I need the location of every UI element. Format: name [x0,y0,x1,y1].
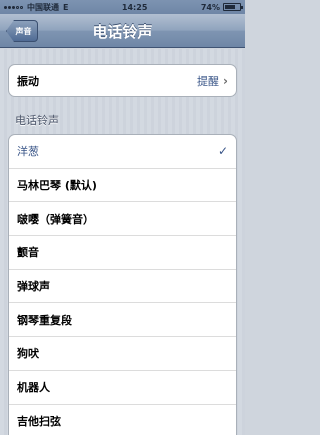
ringtone-item[interactable]: 洋葱 ✓ [9,135,236,169]
ringtone-list: 洋葱 ✓ 马林巴琴 (默认) 啵嘤（弹簧音） 颤音弹球声钢琴重复段狗吠机器人吉他扫弦 [8,134,237,435]
battery-fill [225,5,236,9]
settings-content: 振动 提醒 › 电话铃声 洋葱 ✓ 马林巴琴 (默认) 啵嘤（弹簧音） 颤音弹球声钢琴重… [0,49,245,435]
status-bar: 中国联通 E 14:25 74% [0,0,245,14]
ringtone-item[interactable]: 颤音 [9,236,236,270]
ringtone-label: 啵嘤（弹簧音） [17,212,94,226]
ringtone-label: 洋葱 [17,145,39,159]
status-right: 74% [200,2,243,12]
ringtone-item[interactable]: 吉他扫弦 [9,405,236,435]
ringtone-label: 吉他扫弦 [17,414,61,428]
navigation-bar: 电话铃声 声音 [0,14,245,48]
battery-icon [223,3,243,11]
status-left: 中国联通 E [4,2,68,13]
vibrate-detail: 提醒 › [197,73,228,89]
ringtone-item[interactable]: 马林巴琴 (默认) [9,169,236,203]
network-type: E [63,2,69,12]
vibrate-value: 提醒 [197,74,220,88]
ringtone-item[interactable]: 狗吠 [9,337,236,371]
section-header: 电话铃声 [15,114,59,127]
vibrate-row[interactable]: 振动 提醒 › [8,64,237,97]
battery-percent: 74% [200,2,220,12]
checkmark-icon: ✓ [217,144,228,159]
ringtone-label: 钢琴重复段 [17,313,72,327]
ringtone-label: 马林巴琴 (默认) [17,179,97,193]
signal-strength-icon [4,5,23,9]
status-time: 14:25 [121,2,148,12]
ringtone-label: 颤音 [17,246,39,260]
ringtone-item[interactable]: 机器人 [9,371,236,405]
ringtone-item[interactable]: 弹球声 [9,270,236,304]
chevron-right-icon: › [223,73,228,88]
carrier-label: 中国联通 [27,2,59,12]
ringtone-item[interactable]: 钢琴重复段 [9,303,236,338]
ringtone-label: 狗吠 [17,347,39,361]
vibrate-label: 振动 [17,74,39,88]
ringtone-label: 弹球声 [17,280,50,294]
ringtone-item[interactable]: 啵嘤（弹簧音） [9,202,236,237]
ringtone-label: 机器人 [17,381,50,395]
